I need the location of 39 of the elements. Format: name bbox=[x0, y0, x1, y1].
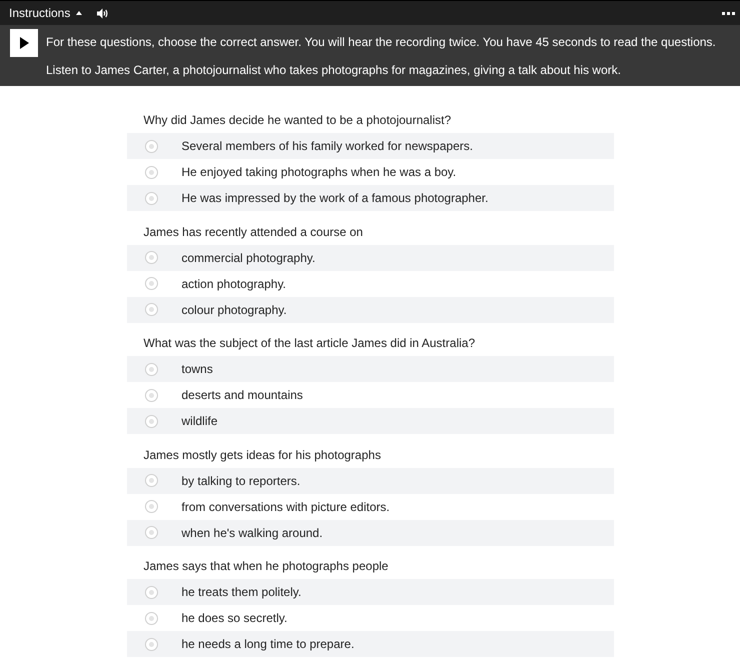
answer-option[interactable]: when he's walking around. bbox=[126, 520, 614, 546]
radio-button[interactable] bbox=[144, 474, 158, 487]
question-text: James has recently attended a course on bbox=[142, 224, 364, 240]
play-button[interactable] bbox=[10, 29, 38, 57]
radio-button[interactable] bbox=[144, 414, 158, 428]
more-icon bbox=[722, 12, 735, 14]
radio-button[interactable] bbox=[144, 388, 158, 402]
speaker-button[interactable] bbox=[97, 8, 110, 18]
question-text: Why did James decide he wanted to be a photojournalist? bbox=[142, 112, 452, 129]
question-text: James mostly gets ideas for his photographs bbox=[142, 446, 382, 464]
radio-button[interactable] bbox=[144, 638, 158, 650]
radio-button[interactable] bbox=[144, 303, 158, 316]
radio-button[interactable] bbox=[144, 362, 158, 376]
answer-option[interactable]: colour photography. bbox=[126, 296, 614, 322]
instructions-toggle[interactable]: Instructions bbox=[9, 6, 82, 20]
radio-button[interactable] bbox=[144, 192, 158, 204]
instruction-text: For these questions, choose the correct answer. You will hear the recording twice. You have 45 seconds to read the questions. bbox=[46, 34, 716, 51]
answer-option[interactable]: he treats them politely. bbox=[126, 579, 614, 605]
question-text: James says that when he photographs people bbox=[142, 558, 390, 575]
radio-button[interactable] bbox=[144, 277, 158, 290]
radio-button[interactable] bbox=[144, 612, 158, 624]
answer-option[interactable]: towns bbox=[126, 356, 614, 382]
play-icon bbox=[20, 37, 28, 49]
radio-button[interactable] bbox=[144, 251, 158, 264]
question-text: What was the subject of the last article James did in Australia? bbox=[142, 335, 476, 352]
answer-option[interactable]: Several members of his family worked for newspapers. bbox=[126, 133, 614, 159]
radio-button[interactable] bbox=[144, 586, 158, 598]
answer-option[interactable]: by talking to reporters. bbox=[126, 468, 614, 494]
answer-option[interactable]: wildlife bbox=[126, 408, 614, 434]
radio-button[interactable] bbox=[144, 500, 158, 513]
answer-option[interactable]: He was impressed by the work of a famous photographer. bbox=[126, 185, 614, 211]
radio-button[interactable] bbox=[144, 166, 158, 178]
answer-option[interactable]: he needs a long time to prepare. bbox=[126, 631, 614, 657]
radio-button[interactable] bbox=[144, 526, 158, 539]
more-button[interactable] bbox=[722, 12, 735, 14]
radio-button[interactable] bbox=[144, 140, 158, 152]
instruction-text: Listen to James Carter, a photojournalist who takes photographs for magazines, giving a talk about his work. bbox=[46, 62, 622, 79]
speaker-icon bbox=[97, 8, 110, 18]
answer-option[interactable]: commercial photography. bbox=[126, 244, 614, 270]
